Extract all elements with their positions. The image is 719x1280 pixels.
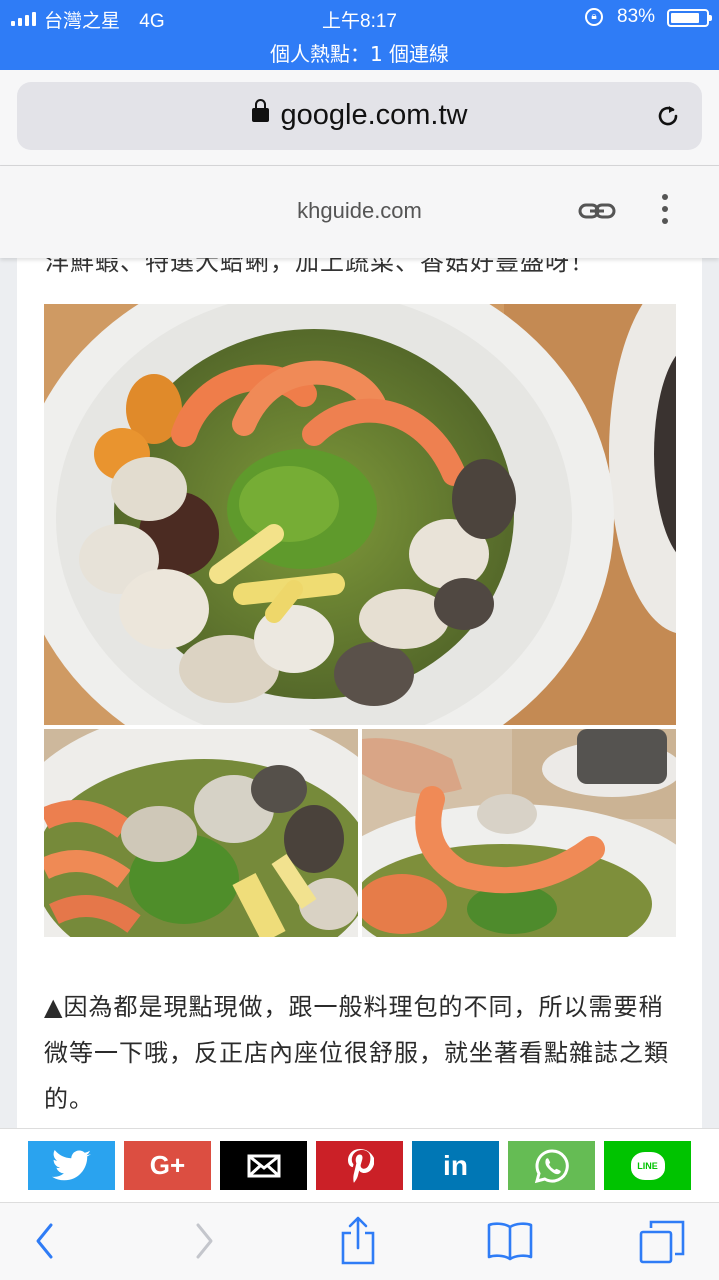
linkedin-share-button[interactable]: in — [412, 1141, 499, 1190]
rotation-lock-icon: 🔒︎ — [585, 8, 603, 26]
photo-caption: ▲因為都是現點現做，跟一般料理包的不同，所以需要稍微等一下哦，反正店內座位很舒服… — [44, 993, 669, 1113]
clock: 上午8:17 — [322, 11, 397, 32]
browser-toolbar — [0, 1203, 719, 1280]
twitter-icon — [51, 1149, 91, 1180]
back-icon[interactable] — [33, 1219, 57, 1263]
url-field[interactable]: google.com.tw — [17, 82, 702, 150]
browser-address-bar: google.com.tw — [0, 70, 719, 166]
line-share-button[interactable]: LINE — [604, 1141, 691, 1190]
lock-icon — [251, 99, 269, 122]
pinterest-icon — [347, 1148, 374, 1183]
hotspot-banner[interactable]: 個人熱點：1 個連線 — [0, 38, 719, 67]
article-text-clipped: 洋鮮蝦、特選大蛤蜊，加上蔬菜、香菇好豐盛呀！ — [45, 258, 595, 276]
bookmarks-icon[interactable] — [486, 1221, 534, 1261]
reload-icon[interactable] — [654, 102, 682, 130]
email-icon — [247, 1154, 280, 1177]
status-bar: 台灣之星 4G 上午8:17 🔒︎ 83% 個人熱點：1 個連線 — [0, 0, 719, 70]
article-content: 洋鮮蝦、特選大蛤蜊，加上蔬菜、香菇好豐盛呀！ ▲因為都是現點現做，跟一般料理包的… — [17, 258, 702, 1128]
forward-icon[interactable] — [192, 1219, 216, 1263]
shrimp-photo[interactable] — [362, 729, 676, 937]
email-share-button[interactable] — [220, 1141, 307, 1190]
more-options-icon[interactable] — [659, 194, 671, 228]
pasta-photo-clams[interactable] — [44, 729, 358, 937]
battery-icon — [667, 9, 712, 27]
amp-site-header: khguide.com — [0, 166, 719, 258]
url-text: google.com.tw — [280, 99, 468, 131]
social-share-bar: G+ in LINE — [0, 1128, 719, 1203]
whatsapp-share-button[interactable] — [508, 1141, 595, 1190]
twitter-share-button[interactable] — [28, 1141, 115, 1190]
share-icon[interactable] — [339, 1215, 377, 1265]
line-icon-label: LINE — [637, 1160, 658, 1171]
google-plus-share-button[interactable]: G+ — [124, 1141, 211, 1190]
link-icon[interactable] — [578, 198, 616, 224]
pinterest-share-button[interactable] — [316, 1141, 403, 1190]
line-icon: LINE — [630, 1151, 665, 1180]
pasta-photo-main[interactable] — [44, 304, 676, 725]
whatsapp-icon — [534, 1148, 569, 1183]
battery-percentage: 83% — [617, 6, 656, 27]
google-plus-icon: G+ — [149, 1150, 186, 1180]
tabs-icon[interactable] — [638, 1219, 686, 1265]
linkedin-icon: in — [443, 1149, 468, 1181]
